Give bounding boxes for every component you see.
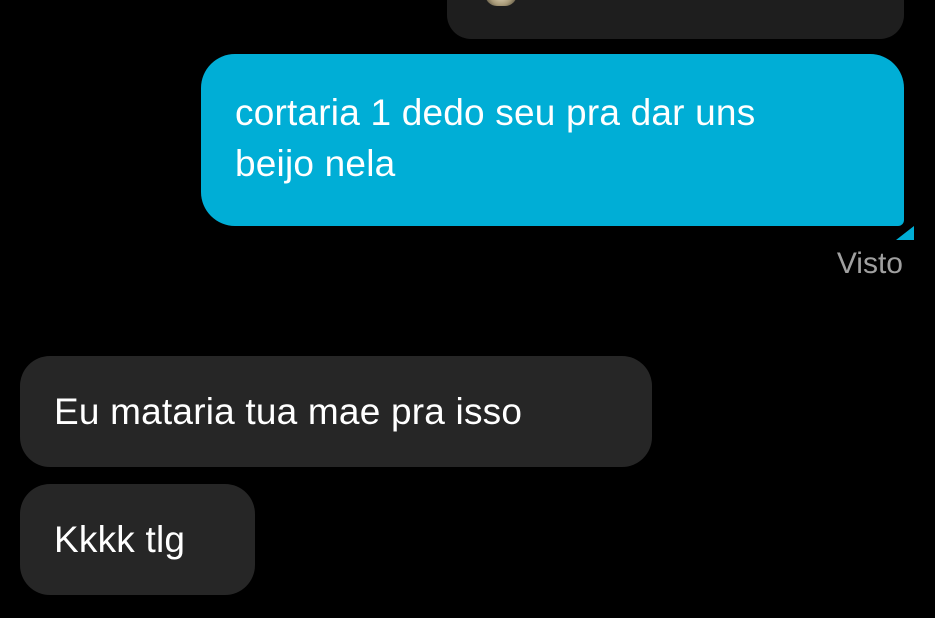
sent-message-bubble[interactable]: cortaria 1 dedo seu pra dar uns beijo ne… bbox=[201, 54, 904, 226]
shared-media-message[interactable] bbox=[447, 0, 904, 39]
received-message-bubble[interactable]: Eu mataria tua mae pra isso bbox=[20, 356, 652, 467]
sent-bubble-tail bbox=[896, 212, 914, 240]
received-message-bubble[interactable]: Kkkk tlg bbox=[20, 484, 255, 595]
seen-status: Visto bbox=[836, 247, 903, 280]
media-thumbnail-icon bbox=[485, 0, 517, 6]
chat-thread: cortaria 1 dedo seu pra dar uns beijo ne… bbox=[0, 0, 935, 618]
